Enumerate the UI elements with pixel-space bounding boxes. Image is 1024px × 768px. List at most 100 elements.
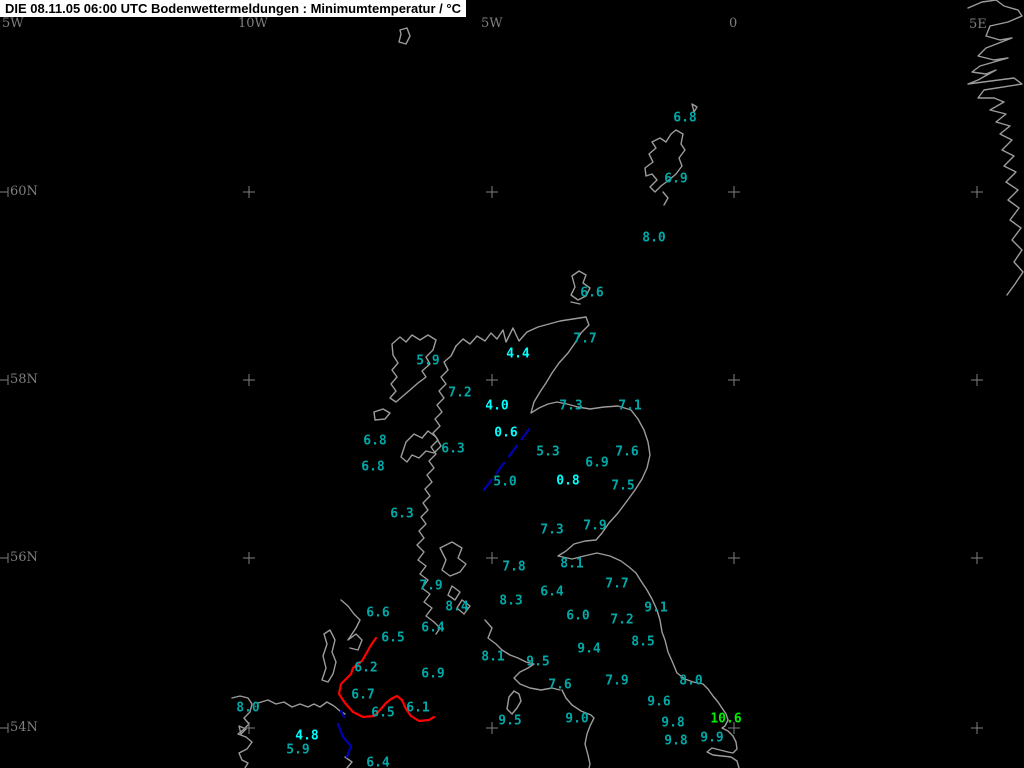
station-temperature-value: 7.6 (548, 677, 572, 693)
latitude-label: 58N (10, 372, 38, 387)
station-temperature-value: 5.3 (536, 444, 560, 460)
station-temperature-value: 6.3 (390, 506, 414, 522)
graticule-cross (243, 186, 255, 198)
coastline (967, 0, 1024, 296)
station-temperature-value: 8.1 (560, 556, 584, 572)
station-temperature-value: 5.9 (416, 353, 440, 369)
weather-map-screen: 5W 10W 5W 0 5E 60N 58N 56N 54N 6.8 6.9 8.0 6.6 7.7 4.… (0, 0, 1024, 768)
graticule-cross (971, 552, 983, 564)
station-temperature-value: 6.9 (421, 666, 445, 682)
station-temperature-value: 6.4 (540, 584, 564, 600)
station-temperature-value: 4.8 (295, 728, 319, 744)
station-temperature-value: 8.1 (481, 649, 505, 665)
longitude-label: 5W (2, 16, 24, 31)
station-temperature-value: 6.8 (673, 110, 697, 126)
coastline (570, 301, 581, 305)
graticule-cross (486, 186, 498, 198)
title-bar: DIE 08.11.05 06:00 UTC Bodenwettermeldun… (0, 0, 466, 17)
coastline (506, 690, 522, 715)
station-temperature-value: 7.1 (618, 398, 642, 414)
graticule-cross (243, 552, 255, 564)
graticule-cross (243, 374, 255, 386)
graticule-cross (971, 186, 983, 198)
station-temperature-value: 6.8 (361, 459, 385, 475)
station-temperature-value: 9.0 (565, 711, 589, 727)
coastline (398, 27, 411, 45)
station-temperature-value: 7.2 (448, 385, 472, 401)
map-canvas (0, 0, 1024, 768)
station-temperature-value: 7.9 (419, 578, 443, 594)
station-temperature-value: 6.2 (354, 660, 378, 676)
latitude-label: 54N (10, 720, 38, 735)
coastline (373, 408, 391, 421)
station-temperature-value: 6.7 (351, 687, 375, 703)
coastline (455, 316, 740, 768)
station-temperature-value: 6.9 (585, 455, 609, 471)
graticule-cross (728, 374, 740, 386)
graticule-cross (971, 722, 983, 734)
station-temperature-value: 9.9 (700, 730, 724, 746)
station-temperature-value: 6.6 (580, 285, 604, 301)
latitude-label: 60N (10, 184, 38, 199)
longitude-label: 10W (238, 16, 268, 31)
station-temperature-value: 0.6 (494, 425, 518, 441)
latitude-tick (0, 187, 9, 197)
station-temperature-value: 7.3 (540, 522, 564, 538)
coastline (340, 599, 363, 651)
station-temperature-value: 8.0 (236, 700, 260, 716)
station-temperature-value: 6.1 (406, 700, 430, 716)
title-text: DIE 08.11.05 06:00 UTC Bodenwettermeldun… (5, 1, 461, 16)
graticule-cross (728, 552, 740, 564)
graticule-cross (486, 552, 498, 564)
coastline (662, 191, 669, 206)
station-temperature-value: 7.7 (573, 331, 597, 347)
longitude-label: 0 (729, 16, 738, 31)
station-temperature-value: 6.0 (566, 608, 590, 624)
station-temperature-value: 6.3 (441, 441, 465, 457)
station-temperature-value: 7.9 (605, 673, 629, 689)
station-temperature-value: 7.8 (502, 559, 526, 575)
station-temperature-value: 6.9 (664, 171, 688, 187)
graticule-cross (243, 722, 255, 734)
coastline (344, 756, 353, 768)
latitude-tick (0, 723, 9, 733)
station-temperature-value: 9.5 (498, 713, 522, 729)
latitude-tick (0, 553, 9, 563)
graticule-cross (486, 722, 498, 734)
station-temperature-value: 6.8 (363, 433, 387, 449)
station-temperature-value: 6.5 (381, 630, 405, 646)
station-temperature-value: 10.6 (710, 711, 742, 727)
coastline (389, 334, 437, 403)
station-temperature-value: 8.5 (631, 634, 655, 650)
station-temperature-value: 4.0 (485, 398, 509, 414)
station-temperature-value: 7.3 (559, 398, 583, 414)
station-temperature-value: 6.5 (371, 705, 395, 721)
longitude-label: 5E (969, 17, 987, 32)
station-temperature-value: 9.8 (661, 715, 685, 731)
temperature-contour-blue (339, 709, 346, 719)
station-temperature-value: 6.6 (366, 605, 390, 621)
station-temperature-value: 7.6 (615, 444, 639, 460)
station-temperature-value: 8.0 (679, 673, 703, 689)
coastline (561, 689, 595, 768)
longitude-label: 5W (481, 16, 503, 31)
station-temperature-value: 5.9 (286, 742, 310, 758)
station-temperature-value: 6.4 (366, 755, 390, 768)
temperature-contour-blue (336, 722, 353, 759)
station-temperature-value: 0.8 (556, 473, 580, 489)
coastline (321, 629, 337, 683)
latitude-tick (0, 375, 9, 385)
station-temperature-value: 9.8 (664, 733, 688, 749)
station-temperature-value: 8.3 (499, 593, 523, 609)
station-temperature-value: 5.0 (493, 474, 517, 490)
graticule-cross (486, 374, 498, 386)
station-temperature-value: 9.4 (577, 641, 601, 657)
station-temperature-value: 4.4 (506, 346, 530, 362)
station-temperature-value: 8.0 (642, 230, 666, 246)
coastline (447, 585, 461, 601)
station-temperature-value: 6.4 (421, 620, 445, 636)
graticule-cross (971, 374, 983, 386)
station-temperature-value: 9.1 (644, 600, 668, 616)
station-temperature-value: 7.5 (611, 478, 635, 494)
station-temperature-value: 7.9 (583, 518, 607, 534)
